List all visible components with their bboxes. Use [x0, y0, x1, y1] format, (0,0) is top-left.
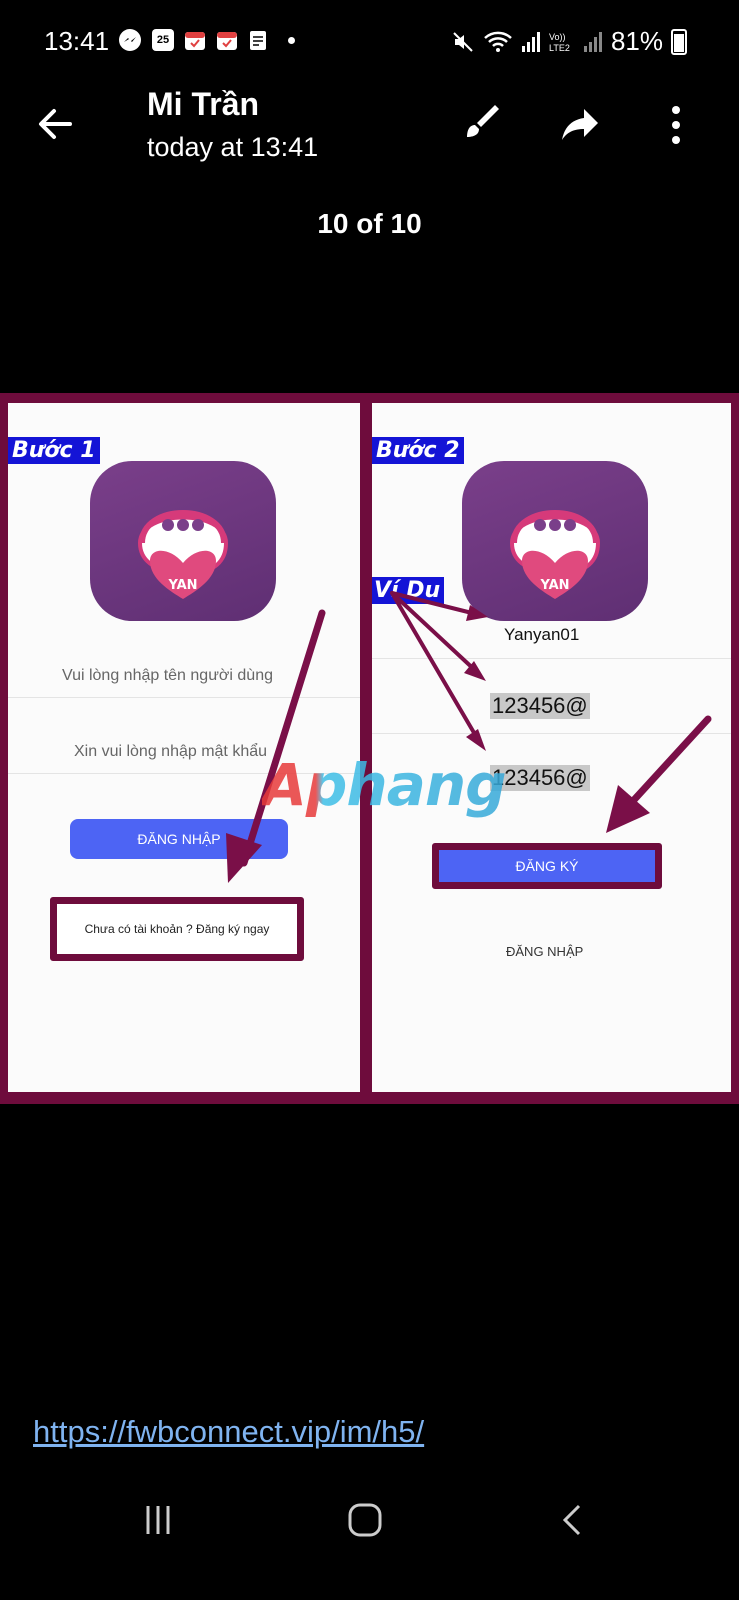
arrowhead [226, 833, 262, 883]
back-button[interactable] [30, 98, 82, 150]
arrow-line [240, 609, 326, 867]
system-status: Vo)) LTE2 81% [451, 26, 687, 57]
calendar-check-icon [185, 32, 205, 50]
more-vertical-icon [672, 106, 680, 144]
sender-name: Mi Trần [147, 86, 260, 122]
arrowhead-3 [466, 605, 488, 621]
annotation-arrows [226, 591, 712, 883]
mute-icon [453, 31, 473, 52]
wifi-icon [484, 31, 512, 52]
caption-link[interactable]: https://fwbconnect.vip/im/h5/ [33, 1414, 424, 1450]
battery-icon [671, 28, 687, 55]
calendar-icon: 25 [152, 29, 174, 51]
more-notifications-dot [288, 36, 295, 44]
home-button[interactable] [335, 1490, 395, 1550]
nav-back-icon [562, 1504, 581, 1536]
messenger-icon [119, 29, 141, 51]
svg-text:LTE2: LTE2 [549, 43, 570, 53]
arrow-line-5 [390, 591, 482, 745]
recent-apps-icon [146, 1506, 170, 1534]
signal-icon [521, 31, 540, 52]
share-button[interactable] [555, 100, 605, 150]
status-time: 13:41 [44, 26, 110, 56]
arrowhead-5 [466, 729, 486, 751]
home-icon [348, 1503, 382, 1537]
svg-text:Vo)): Vo)) [549, 32, 566, 42]
arrow-line-2 [618, 715, 712, 817]
nav-back-button[interactable] [543, 1490, 603, 1550]
notes-icon [250, 31, 266, 50]
sent-time: today at 13:41 [147, 132, 319, 162]
recent-apps-button[interactable] [128, 1490, 188, 1550]
notification-icons: 25 [118, 28, 295, 52]
arrow-left-icon [39, 109, 72, 139]
image-counter: 10 of 10 [317, 208, 422, 239]
signal-2-icon [583, 31, 602, 52]
share-icon [562, 109, 598, 140]
more-options-button[interactable] [651, 100, 701, 150]
brush-icon [467, 105, 499, 137]
edit-button[interactable] [458, 100, 508, 150]
watermark: Aphang [262, 751, 507, 819]
calendar-check-icon-2 [217, 32, 237, 50]
shared-image[interactable]: Bước 1 YAN Vui lòng nhập tên người dùng … [0, 393, 739, 1104]
volte-icon: Vo))LTE2 [549, 32, 570, 53]
battery-percent: 81% [610, 26, 663, 56]
